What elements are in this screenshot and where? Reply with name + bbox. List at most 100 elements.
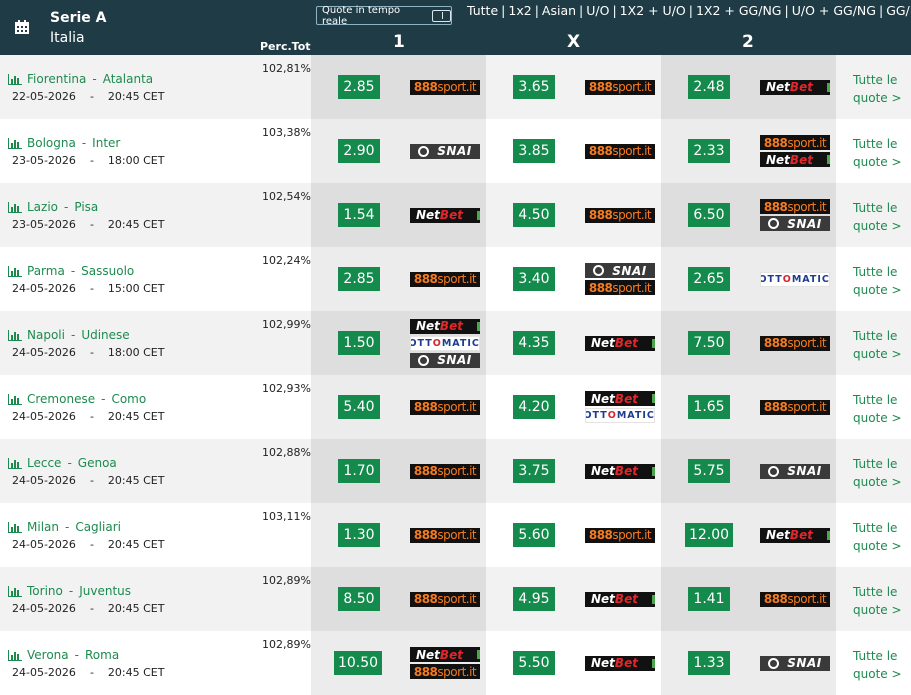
bookmaker-netbet-logo[interactable]: Net Bet xyxy=(410,647,480,662)
bookmaker-netbet-logo[interactable]: Net Bet xyxy=(410,318,480,334)
odds-button[interactable]: 7.50 xyxy=(688,331,730,355)
match-link[interactable]: Napoli - Udinese xyxy=(8,328,130,342)
bookmaker-888sport-logo[interactable]: 888 sport.it xyxy=(410,664,480,679)
all-odds-link[interactable]: Tutte le quote > xyxy=(853,391,908,427)
bookmaker-snai-logo[interactable]: SNAI xyxy=(410,352,480,368)
match-link[interactable]: Milan - Cagliari xyxy=(8,520,121,534)
calendar-icon[interactable] xyxy=(3,3,41,51)
bookmaker-888sport-logo[interactable]: 888 sport.it xyxy=(585,207,655,223)
odds-button[interactable]: 5.60 xyxy=(513,523,555,547)
match-link[interactable]: Fiorentina - Atalanta xyxy=(8,72,153,86)
odds-button[interactable]: 10.50 xyxy=(334,651,382,675)
stats-chart-icon[interactable] xyxy=(8,137,22,149)
odds-button[interactable]: 2.85 xyxy=(338,75,380,99)
match-link[interactable]: Cremonese - Como xyxy=(8,392,146,406)
odds-button[interactable]: 1.54 xyxy=(338,203,380,227)
bookmaker-888sport-logo[interactable]: 888 sport.it xyxy=(585,143,655,159)
market-tab[interactable]: Tutte xyxy=(467,3,498,18)
bookmaker-lottomatica-logo[interactable]: LOTTOMATICA xyxy=(410,335,480,351)
odds-button[interactable]: 1.33 xyxy=(688,651,730,675)
odds-button[interactable]: 2.85 xyxy=(338,267,380,291)
bookmaker-888sport-logo[interactable]: 888 sport.it xyxy=(585,280,655,295)
all-odds-link[interactable]: Tutte le quote > xyxy=(853,199,908,235)
market-tab[interactable]: 1X2 + GG/NG xyxy=(696,3,782,18)
bookmaker-888sport-logo[interactable]: 888 sport.it xyxy=(585,527,655,543)
odds-button[interactable]: 5.40 xyxy=(338,395,380,419)
match-link[interactable]: Parma - Sassuolo xyxy=(8,264,134,278)
stats-chart-icon[interactable] xyxy=(8,521,22,533)
bookmaker-snai-logo[interactable]: SNAI xyxy=(760,216,830,231)
bookmaker-888sport-logo[interactable]: 888 sport.it xyxy=(410,591,480,607)
match-link[interactable]: Lecce - Genoa xyxy=(8,456,117,470)
bookmaker-888sport-logo[interactable]: 888 sport.it xyxy=(760,199,830,214)
bookmaker-lottomatica-logo[interactable]: LOTTOMATICA xyxy=(585,408,655,423)
odds-button[interactable]: 5.75 xyxy=(688,459,730,483)
odds-button[interactable]: 2.48 xyxy=(688,75,730,99)
stats-chart-icon[interactable] xyxy=(8,393,22,405)
all-odds-link[interactable]: Tutte le quote > xyxy=(853,263,908,299)
odds-button[interactable]: 3.40 xyxy=(513,267,555,291)
match-link[interactable]: Torino - Juventus xyxy=(8,584,131,598)
bookmaker-888sport-logo[interactable]: 888 sport.it xyxy=(760,591,830,607)
bookmaker-snai-logo[interactable]: SNAI xyxy=(760,463,830,479)
odds-button[interactable]: 2.90 xyxy=(338,139,380,163)
bookmaker-888sport-logo[interactable]: 888 sport.it xyxy=(410,527,480,543)
bookmaker-netbet-logo[interactable]: Net Bet xyxy=(585,655,655,671)
odds-button[interactable]: 6.50 xyxy=(688,203,730,227)
bookmaker-888sport-logo[interactable]: 888 sport.it xyxy=(410,463,480,479)
market-tab[interactable]: GG/NG xyxy=(886,3,911,18)
all-odds-link[interactable]: Tutte le quote > xyxy=(853,583,908,619)
all-odds-link[interactable]: Tutte le quote > xyxy=(853,135,908,171)
market-tab[interactable]: U/O xyxy=(586,3,609,18)
odds-button[interactable]: 2.33 xyxy=(688,139,730,163)
bookmaker-netbet-logo[interactable]: Net Bet xyxy=(585,391,655,406)
stats-chart-icon[interactable] xyxy=(8,73,22,85)
match-link[interactable]: Verona - Roma xyxy=(8,648,119,662)
match-link[interactable]: Bologna - Inter xyxy=(8,136,120,150)
odds-button[interactable]: 4.95 xyxy=(513,587,555,611)
odds-button[interactable]: 2.65 xyxy=(688,267,730,291)
odds-button[interactable]: 1.65 xyxy=(688,395,730,419)
stats-chart-icon[interactable] xyxy=(8,649,22,661)
market-tab[interactable]: 1x2 xyxy=(508,3,531,18)
bookmaker-888sport-logo[interactable]: 888 sport.it xyxy=(760,399,830,415)
stats-chart-icon[interactable] xyxy=(8,201,22,213)
odds-button[interactable]: 1.50 xyxy=(338,331,380,355)
bookmaker-netbet-logo[interactable]: Net Bet xyxy=(410,207,480,223)
bookmaker-888sport-logo[interactable]: 888 sport.it xyxy=(410,79,480,95)
bookmaker-snai-logo[interactable]: SNAI xyxy=(410,143,480,159)
all-odds-link[interactable]: Tutte le quote > xyxy=(853,519,908,555)
all-odds-link[interactable]: Tutte le quote > xyxy=(853,455,908,491)
bookmaker-lottomatica-logo[interactable]: LOTTOMATICA xyxy=(760,271,830,287)
stats-chart-icon[interactable] xyxy=(8,457,22,469)
bookmaker-netbet-logo[interactable]: Net Bet xyxy=(585,463,655,479)
odds-button[interactable]: 4.50 xyxy=(513,203,555,227)
bookmaker-netbet-logo[interactable]: Net Bet xyxy=(760,79,830,95)
bookmaker-netbet-logo[interactable]: Net Bet xyxy=(585,335,655,351)
odds-button[interactable]: 1.70 xyxy=(338,459,380,483)
bookmaker-888sport-logo[interactable]: 888 sport.it xyxy=(585,79,655,95)
bookmaker-netbet-logo[interactable]: Net Bet xyxy=(585,591,655,607)
bookmaker-snai-logo[interactable]: SNAI xyxy=(760,655,830,671)
odds-button[interactable]: 3.85 xyxy=(513,139,555,163)
bookmaker-888sport-logo[interactable]: 888 sport.it xyxy=(410,271,480,287)
odds-button[interactable]: 1.30 xyxy=(338,523,380,547)
market-tab[interactable]: 1X2 + U/O xyxy=(620,3,686,18)
bookmaker-netbet-logo[interactable]: Net Bet xyxy=(760,152,830,167)
odds-button[interactable]: 5.50 xyxy=(513,651,555,675)
all-odds-link[interactable]: Tutte le quote > xyxy=(853,327,908,363)
stats-chart-icon[interactable] xyxy=(8,585,22,597)
all-odds-link[interactable]: Tutte le quote > xyxy=(853,647,908,683)
odds-button[interactable]: 3.75 xyxy=(513,459,555,483)
odds-button[interactable]: 3.65 xyxy=(513,75,555,99)
bookmaker-888sport-logo[interactable]: 888 sport.it xyxy=(760,335,830,351)
bookmaker-888sport-logo[interactable]: 888 sport.it xyxy=(760,135,830,150)
stats-chart-icon[interactable] xyxy=(8,265,22,277)
market-tab[interactable]: Asian xyxy=(542,3,576,18)
odds-button[interactable]: 4.20 xyxy=(513,395,555,419)
odds-button[interactable]: 12.00 xyxy=(685,523,733,547)
match-link[interactable]: Lazio - Pisa xyxy=(8,200,98,214)
bookmaker-888sport-logo[interactable]: 888 sport.it xyxy=(410,399,480,415)
market-tab[interactable]: U/O + GG/NG xyxy=(792,3,876,18)
realtime-odds-toggle[interactable]: Quote in tempo reale xyxy=(316,5,452,27)
